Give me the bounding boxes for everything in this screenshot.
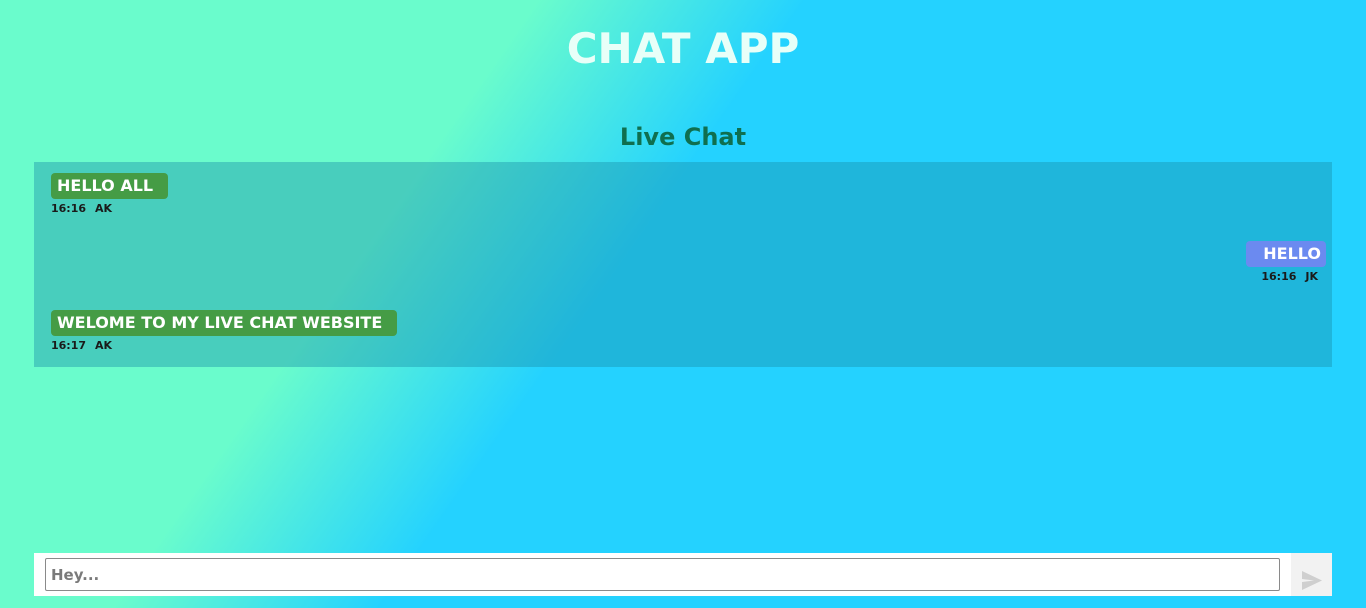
message-author: AK <box>95 339 113 352</box>
message-time: 16:16 <box>51 202 87 215</box>
message-author: JK <box>1305 270 1318 283</box>
message-item: HELLO ALL 16:16 AK <box>51 173 169 215</box>
message-meta: 16:17 AK <box>51 339 397 352</box>
message-bubble: HELLO ALL <box>51 173 169 199</box>
message-bubble: WELOME TO MY LIVE CHAT WEBSITE <box>51 310 398 336</box>
message-meta: 16:16 JK <box>1246 270 1326 283</box>
message-bubble: HELLO <box>1246 241 1326 267</box>
message-composer <box>34 553 1332 596</box>
chat-heading: Live Chat <box>619 123 747 151</box>
message-meta: 16:16 AK <box>51 202 168 215</box>
message-time: 16:17 <box>51 339 87 352</box>
message-time: 16:16 <box>1261 270 1297 283</box>
message-input[interactable] <box>45 558 1280 591</box>
app-title: CHAT APP <box>566 24 800 73</box>
message-item: WELOME TO MY LIVE CHAT WEBSITE 16:17 AK <box>51 310 398 352</box>
chat-messages-panel[interactable]: HELLO ALL 16:16 AK HELLO 16:16 JK WELOME T… <box>34 162 1332 367</box>
send-button[interactable] <box>1291 553 1332 596</box>
message-item: HELLO 16:16 JK <box>1246 241 1326 283</box>
message-author: AK <box>95 202 113 215</box>
send-arrow-icon <box>1291 571 1332 590</box>
